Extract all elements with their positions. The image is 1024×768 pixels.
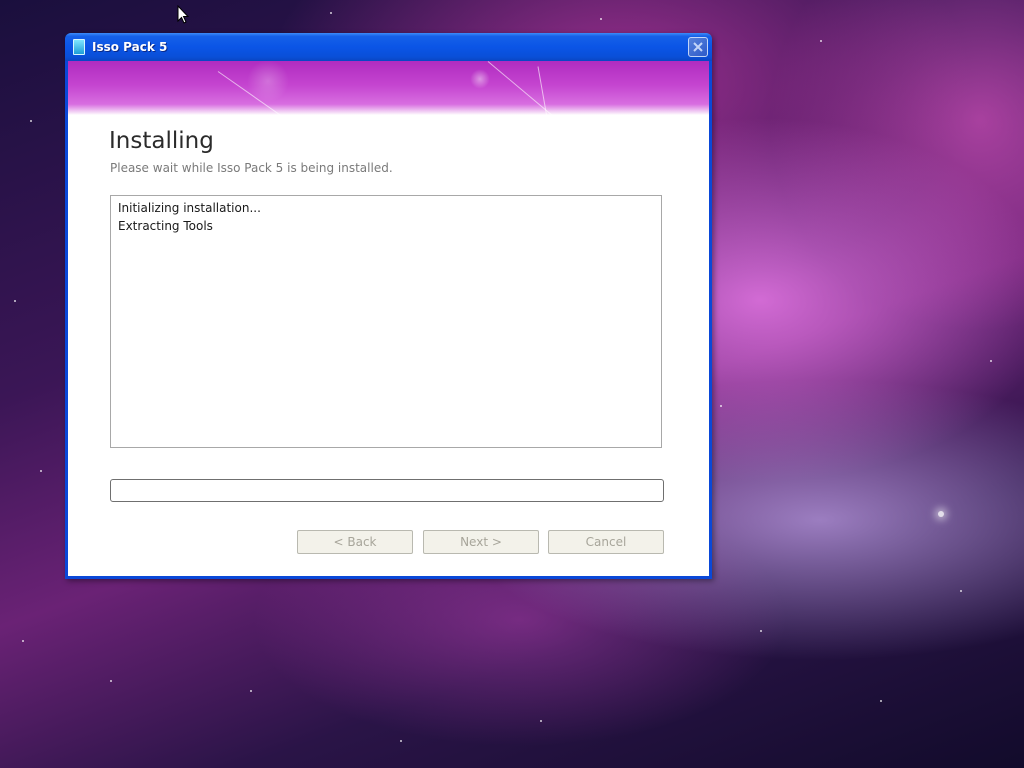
next-button[interactable]: Next >	[423, 530, 539, 554]
log-line: Initializing installation...	[118, 201, 261, 215]
header-banner	[68, 61, 709, 115]
app-icon	[73, 39, 85, 55]
close-button[interactable]	[688, 37, 708, 57]
mouse-cursor-icon	[177, 5, 189, 24]
log-line: Extracting Tools	[118, 219, 213, 233]
back-button[interactable]: < Back	[297, 530, 413, 554]
install-log[interactable]: Initializing installation... Extracting …	[110, 195, 662, 448]
installer-window: Isso Pack 5 Installing Please wait while…	[65, 33, 712, 579]
title-bar[interactable]: Isso Pack 5	[65, 33, 712, 61]
page-title: Installing	[109, 128, 214, 154]
page-subtitle: Please wait while Isso Pack 5 is being i…	[110, 161, 393, 175]
window-title: Isso Pack 5	[92, 40, 168, 54]
window-client-area: Installing Please wait while Isso Pack 5…	[68, 61, 709, 576]
cancel-button[interactable]: Cancel	[548, 530, 664, 554]
close-icon	[693, 42, 703, 52]
progress-bar	[110, 479, 664, 502]
